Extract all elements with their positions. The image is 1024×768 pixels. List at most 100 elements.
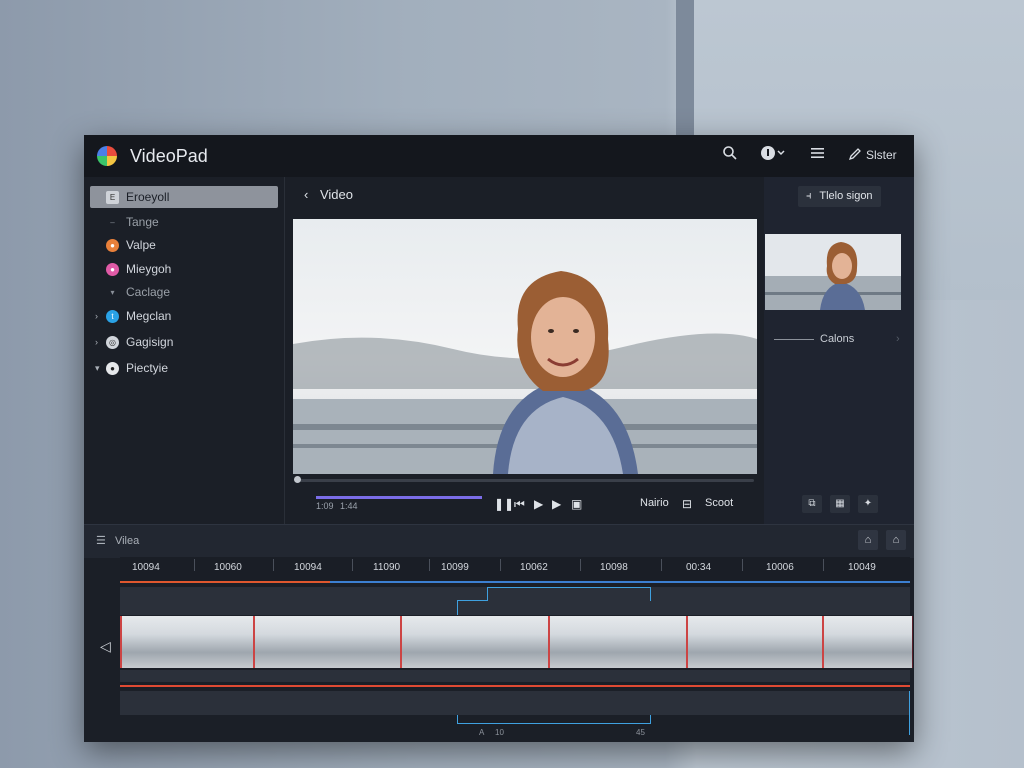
total-timecode: 1:44: [340, 501, 358, 511]
snap-icon[interactable]: ⌂: [858, 530, 878, 550]
ruler-separator: [429, 559, 430, 571]
sidebar-item-mieygoh[interactable]: ● Mieygoh: [90, 258, 278, 280]
audio-track-bottom[interactable]: [120, 691, 910, 715]
timeline-end-marker: [909, 691, 910, 735]
timeline-collapse-icon[interactable]: ◁: [100, 638, 111, 655]
sidebar-item-label: Gagisign: [126, 335, 174, 349]
export-icon[interactable]: ⊟: [682, 497, 692, 511]
back-arrow-icon[interactable]: ‹: [304, 187, 308, 202]
app-title: VideoPad: [130, 146, 208, 166]
video-frame-image: [293, 219, 757, 474]
expand-chevron-icon[interactable]: ›: [95, 311, 98, 321]
scrubber-handle[interactable]: [294, 476, 301, 483]
menu-icon[interactable]: ☰: [96, 535, 106, 547]
timeline-header: ☰ Vilea ⌂ ⌂: [84, 524, 914, 558]
video-clip-frame[interactable]: [548, 616, 687, 668]
sidebar-item-label: Piectyie: [126, 361, 169, 375]
sidebar-item-label: Megclan: [126, 309, 172, 323]
app-logo-icon: [97, 146, 117, 166]
ruler-tick-label: 10060: [214, 562, 242, 573]
sidebar-divider: [284, 177, 285, 524]
footer-marker-label: 10: [495, 728, 504, 737]
playhead-range-line: [120, 685, 910, 687]
thumbnail-image: [765, 234, 901, 310]
crop-icon[interactable]: ⧉: [802, 495, 822, 513]
title-bar: VideoPad Slster: [84, 135, 914, 177]
selection-bracket-bottom: [457, 715, 651, 724]
search-icon[interactable]: [722, 145, 738, 165]
expand-chevron-icon[interactable]: ›: [95, 337, 98, 347]
timeline-title: ☰ Vilea: [96, 534, 139, 547]
step-forward-icon[interactable]: ▶: [552, 497, 561, 511]
info-icon[interactable]: [760, 145, 788, 165]
sidebar-item-eroeyoll[interactable]: E Eroeyoll: [90, 186, 278, 208]
grid-icon[interactable]: ▦: [830, 495, 850, 513]
sidebar-item-label: Tange: [126, 215, 159, 229]
video-clip-frame[interactable]: [120, 616, 254, 668]
sidebar-item-tange[interactable]: – Tange: [90, 211, 278, 233]
sidebar: E Eroeyoll – Tange ● Valpe ● Mieygoh ▾ C…: [84, 177, 284, 524]
right-panel: ⫞ Tlelo sigon Calons › ⧉ ▦ ✦: [764, 177, 914, 524]
play-icon[interactable]: ▶: [534, 497, 543, 511]
video-clip-frame[interactable]: [686, 616, 823, 668]
title-design-button[interactable]: ⫞ Tlelo sigon: [798, 186, 881, 207]
ruler-separator: [580, 559, 581, 571]
sidebar-item-label: Caclage: [126, 285, 171, 299]
video-clip-frame[interactable]: [822, 616, 913, 668]
ruler-tick-label: 10098: [600, 562, 628, 573]
ruler-tick-label: 11090: [373, 562, 401, 573]
menu-icon[interactable]: [810, 145, 826, 165]
sidebar-item-caclage[interactable]: ▾ Caclage: [90, 281, 278, 303]
ruler-tick-label: 00:34: [686, 562, 712, 573]
ruler-tick-label: 10099: [441, 562, 469, 573]
ruler-separator: [273, 559, 274, 571]
expand-chevron-icon[interactable]: ▾: [95, 363, 100, 374]
title-design-label: Tlelo sigon: [819, 190, 873, 202]
selection-bracket-left: [457, 600, 488, 615]
video-preview[interactable]: [293, 219, 757, 474]
in-range-marker: [120, 581, 330, 583]
ruler-separator: [352, 559, 353, 571]
videopad-window: VideoPad Slster E Eroeyoll – Tange ● Val…: [84, 135, 914, 742]
playback-progress-fill: [316, 496, 482, 499]
nairio-button[interactable]: Nairio: [640, 497, 669, 509]
sidebar-item-label: Valpe: [126, 238, 156, 252]
pause-icon[interactable]: ❚❚: [494, 497, 514, 511]
section-divider: [774, 339, 814, 340]
globe-icon: ◎: [106, 335, 119, 349]
footer-marker-label: 45: [636, 728, 645, 737]
video-clip-frame[interactable]: [400, 616, 549, 668]
video-clip-frame[interactable]: [253, 616, 401, 668]
ruler-separator: [742, 559, 743, 571]
marker-icon[interactable]: ⌂: [886, 530, 906, 550]
sidebar-item-valpe[interactable]: ● Valpe: [90, 234, 278, 256]
chevron-right-icon[interactable]: ›: [896, 333, 900, 345]
ruler-separator: [661, 559, 662, 571]
scoot-button[interactable]: Scoot: [705, 497, 733, 509]
plus-icon: ⫞: [806, 190, 812, 202]
current-timecode: 1:09: [316, 501, 334, 511]
clip-thumbnail[interactable]: [765, 234, 901, 310]
ruler-separator: [194, 559, 195, 571]
snapshot-icon[interactable]: ▣: [571, 497, 582, 511]
playback-progress[interactable]: [316, 496, 482, 499]
preview-scrubber[interactable]: [296, 479, 754, 482]
ruler-tick-label: 10006: [766, 562, 794, 573]
clip-handle-track: [120, 670, 910, 682]
sidebar-item-piectyie[interactable]: ▾ ● Piectyie: [90, 357, 278, 379]
timeline-ruler[interactable]: 10094 10060 10094 11090 10099 10062 1009…: [120, 557, 910, 583]
video-label: Video: [319, 187, 353, 202]
effects-icon[interactable]: ✦: [858, 495, 878, 513]
sidebar-item-megclan[interactable]: › t Megclan: [90, 305, 278, 327]
pen-icon[interactable]: [848, 147, 862, 165]
selection-bracket-top: [487, 587, 651, 601]
dash-icon: –: [110, 217, 115, 227]
sidebar-item-gagisign[interactable]: › ◎ Gagisign: [90, 331, 278, 353]
calons-section-label[interactable]: Calons: [820, 333, 854, 345]
skip-back-icon[interactable]: ⏮: [514, 497, 525, 512]
ruler-tick-label: 10094: [132, 562, 160, 573]
ruler-separator: [500, 559, 501, 571]
back-to-video[interactable]: ‹ Video: [304, 187, 353, 202]
slster-button[interactable]: Slster: [866, 148, 897, 162]
settings-circle-icon: ●: [106, 361, 119, 375]
